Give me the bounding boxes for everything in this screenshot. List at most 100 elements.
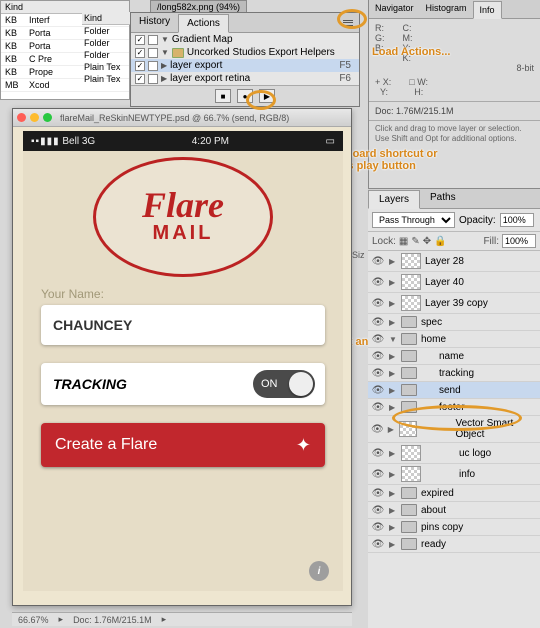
layer-row[interactable]: 👁▶Layer 28 — [368, 251, 540, 272]
size-column-label: Siz — [352, 250, 365, 260]
layer-thumb-icon — [401, 253, 421, 269]
layer-row[interactable]: 👁▶uc logo — [368, 443, 540, 464]
visibility-icon[interactable]: 👁 — [371, 368, 385, 379]
layer-name: Layer 28 — [425, 256, 464, 267]
folder-icon — [401, 538, 417, 550]
checkbox-icon[interactable]: ✓ — [135, 74, 145, 84]
lock-all-icon[interactable]: 🔒 — [434, 236, 446, 247]
layer-row[interactable]: 👁▶name — [368, 348, 540, 365]
visibility-icon[interactable]: 👁 — [371, 298, 385, 309]
visibility-icon[interactable]: 👁 — [371, 522, 385, 533]
info-button[interactable]: i — [309, 561, 329, 581]
phone-statusbar: ▪▪▮▮▮ Bell 3G 4:20 PM ▭ — [23, 131, 343, 151]
layer-thumb-icon — [401, 466, 421, 482]
layer-row[interactable]: 👁▶expired — [368, 485, 540, 502]
layer-row[interactable]: 👁▶Layer 39 copy — [368, 293, 540, 314]
document-window: flareMail_ReSkinNEWTYPE.psd @ 66.7% (sen… — [12, 108, 352, 606]
visibility-icon[interactable]: 👁 — [371, 402, 385, 413]
tracking-row: TRACKING ON — [41, 363, 325, 405]
layer-name: uc logo — [425, 448, 491, 459]
hint-text: Click and drag to move layer or selectio… — [369, 120, 540, 146]
folder-icon — [401, 333, 417, 345]
tab-history[interactable]: History — [131, 13, 178, 32]
window-titlebar[interactable]: flareMail_ReSkinNEWTYPE.psd @ 66.7% (sen… — [13, 109, 351, 127]
info-readout: R:G:B: C:M:Y:K: 8-bit + X: Y: □ W: H: — [369, 19, 540, 101]
lock-position-icon[interactable]: ✥ — [423, 236, 431, 247]
tracking-toggle[interactable]: ON — [253, 370, 315, 398]
action-item[interactable]: ✓▼Uncorked Studios Export Helpers — [131, 46, 359, 59]
layer-row[interactable]: 👁▼home — [368, 331, 540, 348]
layer-row[interactable]: 👁▶Layer 40 — [368, 272, 540, 293]
layer-row[interactable]: 👁▶about — [368, 502, 540, 519]
blend-mode-select[interactable]: Pass Through — [372, 212, 455, 228]
tab-layers[interactable]: Layers — [368, 190, 420, 209]
visibility-icon[interactable]: 👁 — [371, 448, 385, 459]
annotation-circle-play — [246, 90, 276, 110]
name-field[interactable] — [41, 305, 325, 345]
checkbox-icon[interactable]: ✓ — [135, 48, 145, 58]
dialog-icon[interactable] — [148, 48, 158, 58]
tab-info[interactable]: Info — [473, 1, 502, 19]
annotation-circle-menu — [337, 9, 367, 29]
create-flare-button[interactable]: Create a Flare ✦ — [41, 423, 325, 467]
folder-icon — [401, 316, 417, 328]
stop-button[interactable]: ■ — [215, 89, 231, 103]
folder-icon — [401, 487, 417, 499]
layer-name: spec — [421, 317, 442, 328]
layer-name: expired — [421, 488, 454, 499]
zoom-readout[interactable]: 66.67% — [18, 615, 49, 625]
visibility-icon[interactable]: 👁 — [371, 539, 385, 550]
visibility-icon[interactable]: 👁 — [371, 277, 385, 288]
layer-row[interactable]: 👁▶spec — [368, 314, 540, 331]
layer-thumb-icon — [401, 445, 421, 461]
visibility-icon[interactable]: 👁 — [371, 317, 385, 328]
action-item[interactable]: ✓▼Gradient Map — [131, 33, 359, 46]
opacity-input[interactable] — [500, 213, 534, 227]
lock-pixels-icon[interactable]: ✎ — [411, 236, 419, 247]
annotation-circle-layer — [392, 405, 522, 431]
layer-row[interactable]: 👁▶send — [368, 382, 540, 399]
layer-row[interactable]: 👁▶pins copy — [368, 519, 540, 536]
ps-title-text: flareMail_ReSkinNEWTYPE.psd @ 66.7% (sen… — [60, 113, 289, 123]
action-item[interactable]: ✓▶layer exportF5 — [131, 59, 359, 72]
tab-navigator[interactable]: Navigator — [369, 0, 420, 18]
layer-row[interactable]: 👁▶ready — [368, 536, 540, 553]
visibility-icon[interactable]: 👁 — [371, 488, 385, 499]
visibility-icon[interactable]: 👁 — [371, 334, 385, 345]
layer-row[interactable]: 👁▶info — [368, 464, 540, 485]
dialog-icon[interactable] — [148, 35, 158, 45]
folder-icon — [401, 504, 417, 516]
visibility-icon[interactable]: 👁 — [371, 256, 385, 267]
action-item[interactable]: ✓▶layer export retinaF6 — [131, 72, 359, 85]
actions-panel: History Actions ✓▼Gradient Map✓▼Uncorked… — [130, 12, 360, 107]
minimize-icon[interactable] — [30, 113, 39, 122]
layer-row[interactable]: 👁▶tracking — [368, 365, 540, 382]
dialog-icon[interactable] — [148, 61, 158, 71]
layer-name: Layer 40 — [425, 277, 464, 288]
tab-paths[interactable]: Paths — [420, 189, 466, 208]
zoom-icon[interactable] — [43, 113, 52, 122]
tab-actions[interactable]: Actions — [178, 14, 229, 33]
visibility-icon[interactable]: 👁 — [371, 385, 385, 396]
visibility-icon[interactable]: 👁 — [371, 424, 384, 435]
checkbox-icon[interactable]: ✓ — [135, 35, 145, 45]
layer-name: home — [421, 334, 446, 345]
dialog-icon[interactable] — [148, 74, 158, 84]
visibility-icon[interactable]: 👁 — [371, 505, 385, 516]
layer-name: Layer 39 copy — [425, 298, 488, 309]
sparkle-icon: ✦ — [296, 435, 311, 456]
fill-input[interactable] — [502, 234, 536, 248]
visibility-icon[interactable]: 👁 — [371, 351, 385, 362]
annotation-load: Load Actions... — [372, 46, 450, 58]
doc-size: Doc: 1.76M/215.1M — [369, 101, 540, 120]
checkbox-icon[interactable]: ✓ — [135, 61, 145, 71]
tab-histogram[interactable]: Histogram — [420, 0, 473, 18]
folder-icon — [172, 48, 184, 58]
layer-name: name — [421, 351, 464, 362]
visibility-icon[interactable]: 👁 — [371, 469, 385, 480]
close-icon[interactable] — [17, 113, 26, 122]
lock-transparent-icon[interactable]: ▦ — [399, 236, 408, 247]
tracking-label: TRACKING — [53, 376, 127, 392]
battery-icon: ▭ — [326, 136, 335, 147]
actions-footer: ■ ● ▶ — [131, 85, 359, 106]
